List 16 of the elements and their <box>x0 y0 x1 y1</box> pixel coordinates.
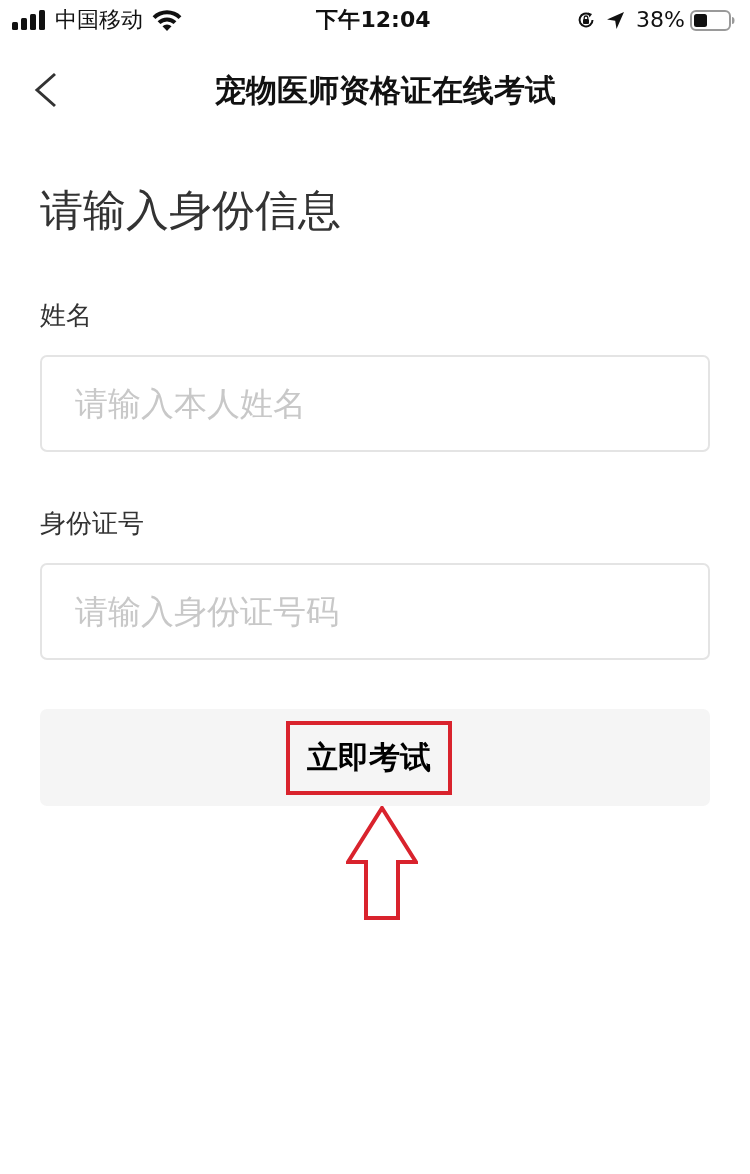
field-label: 身份证号 <box>40 507 144 540</box>
page-title: 宠物医师资格证在线考试 <box>213 71 557 110</box>
form-heading: 请输入身份信息 <box>40 184 341 237</box>
status-time: 下午12:04 <box>316 7 431 33</box>
battery-percentage: 38% <box>636 7 685 33</box>
battery-icon <box>690 9 735 31</box>
signal-icon <box>12 10 46 30</box>
carrier-name: 中国移动 <box>55 7 143 33</box>
back-button[interactable] <box>33 72 57 108</box>
field-label: 姓名 <box>40 299 92 332</box>
wifi-icon <box>152 9 182 31</box>
rotation-lock-icon <box>577 11 596 29</box>
start-exam-button[interactable]: 立即考试 <box>40 709 710 806</box>
location-arrow-icon <box>607 11 625 29</box>
back-icon <box>33 72 57 108</box>
up-arrow-icon <box>346 806 418 920</box>
